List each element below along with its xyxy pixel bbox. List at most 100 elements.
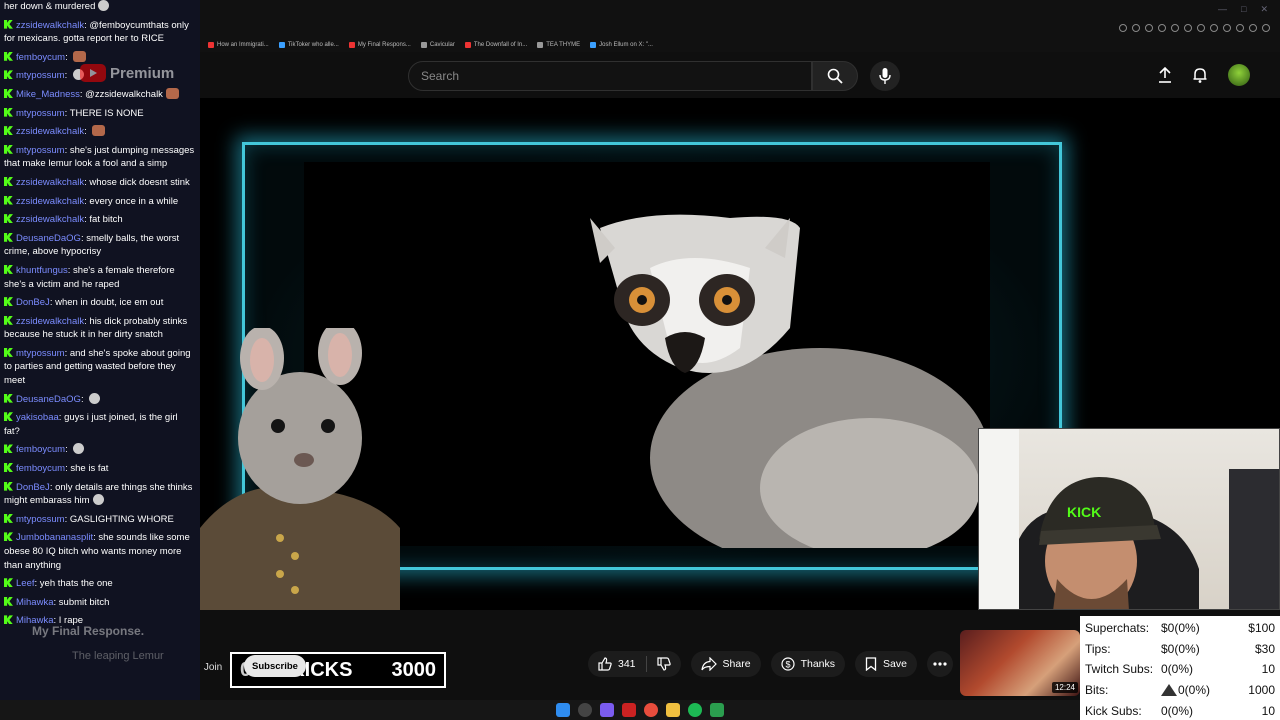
bookmark-item[interactable]: How an Immigrati... bbox=[208, 38, 269, 52]
extension-icon[interactable] bbox=[1262, 24, 1270, 32]
app-icon[interactable] bbox=[710, 703, 724, 717]
chat-text: whose dick doesnt stink bbox=[89, 176, 190, 188]
youtube-logo[interactable]: Premium bbox=[80, 64, 174, 82]
chat-username[interactable]: femboycum bbox=[16, 463, 65, 474]
dislike-button[interactable] bbox=[647, 651, 681, 677]
windows-start-icon[interactable] bbox=[556, 703, 570, 717]
more-actions-button[interactable] bbox=[926, 651, 953, 677]
bookmark-item[interactable]: Cavicular bbox=[420, 38, 455, 52]
chat-message: zzsidewalkchalk: every once in a while bbox=[4, 195, 196, 209]
chat-text: @zzsidewalkchalk bbox=[85, 88, 163, 100]
video-player[interactable]: KICK bbox=[200, 98, 1280, 610]
extension-icon[interactable] bbox=[1171, 24, 1179, 32]
chat-username[interactable]: zzsidewalkchalk bbox=[16, 20, 84, 31]
bell-icon[interactable] bbox=[1192, 67, 1208, 83]
thumbnail-duration: 12:24 bbox=[1051, 682, 1078, 693]
goal-value: $0(0%) bbox=[1161, 621, 1200, 636]
browser-top-bar: — □ ✕ How an Immigrati... TikToker who al… bbox=[200, 0, 1280, 52]
extension-icon[interactable] bbox=[1210, 24, 1218, 32]
bookmark-item[interactable]: Josh Ellum on X: "... bbox=[590, 38, 653, 52]
chat-username[interactable]: zzsidewalkchalk bbox=[16, 196, 84, 207]
chrome-icon[interactable] bbox=[644, 703, 658, 717]
subscribe-button[interactable]: Subscribe bbox=[244, 655, 306, 677]
save-button[interactable]: Save bbox=[855, 651, 917, 677]
chat-message: khuntfungus: she's a female therefore sh… bbox=[4, 264, 175, 290]
chat-username[interactable]: Mihawka bbox=[16, 597, 54, 608]
voice-search-button[interactable] bbox=[870, 61, 900, 91]
kick-badge-icon bbox=[4, 19, 13, 29]
youtube-play-icon bbox=[80, 64, 106, 82]
bookmark-item[interactable]: TEA THYME bbox=[537, 38, 580, 52]
chat-username[interactable]: zzsidewalkchalk bbox=[16, 126, 84, 137]
extension-icon[interactable] bbox=[1249, 24, 1257, 32]
share-icon bbox=[700, 657, 717, 671]
minimize-icon[interactable]: — bbox=[1218, 4, 1227, 15]
bookmark-item[interactable]: My Final Respons... bbox=[348, 38, 411, 52]
kick-badge-icon bbox=[4, 444, 13, 454]
search-button[interactable] bbox=[812, 61, 858, 91]
chat-message: DonBeJ: when in doubt, ice em out bbox=[4, 296, 196, 310]
chat-username[interactable]: DeusaneDaOG bbox=[16, 233, 81, 244]
chat-username[interactable]: mtypossum bbox=[16, 514, 65, 525]
extension-icon[interactable] bbox=[1236, 24, 1244, 32]
kick-badge-icon bbox=[4, 51, 13, 61]
avatar[interactable] bbox=[1228, 64, 1250, 86]
chat-username[interactable]: mtypossum bbox=[16, 108, 65, 119]
emote-icon bbox=[73, 50, 87, 62]
chat-username[interactable]: zzsidewalkchalk bbox=[16, 177, 84, 188]
extension-icon[interactable] bbox=[1184, 24, 1192, 32]
bookmark-item[interactable]: The Downfall of In... bbox=[464, 38, 527, 52]
chat-username[interactable]: zzsidewalkchalk bbox=[16, 316, 84, 327]
chat-message: Mihawka: submit bitch bbox=[4, 596, 196, 610]
bookmarks-bar: How an Immigrati... TikToker who alle... M… bbox=[200, 38, 653, 52]
kick-badge-icon bbox=[4, 412, 13, 422]
kick-counter-goal: 3000 bbox=[391, 658, 436, 681]
maximize-icon[interactable]: □ bbox=[1241, 4, 1246, 15]
chat-username[interactable]: mtypossum bbox=[16, 70, 65, 81]
chat-username[interactable]: Jumbobananasplit bbox=[16, 532, 93, 543]
extension-icon[interactable] bbox=[1145, 24, 1153, 32]
youtube-icon bbox=[348, 42, 355, 48]
chat-username[interactable]: mtypossum bbox=[16, 348, 65, 359]
chat-username[interactable]: Mike_Madness bbox=[16, 89, 80, 100]
chat-username[interactable]: femboycum bbox=[16, 444, 65, 455]
extension-icon[interactable] bbox=[1158, 24, 1166, 32]
chat-username[interactable]: DonBeJ bbox=[16, 482, 50, 493]
save-label: Save bbox=[883, 658, 907, 670]
search-input[interactable] bbox=[409, 62, 811, 90]
chat-message: Leef: yeh thats the one bbox=[4, 577, 196, 591]
extension-icon[interactable] bbox=[1132, 24, 1140, 32]
extension-icon[interactable] bbox=[1223, 24, 1231, 32]
chat-username[interactable]: femboycum bbox=[16, 52, 65, 63]
extension-icon[interactable] bbox=[1197, 24, 1205, 32]
search-box bbox=[408, 61, 812, 91]
obs-icon[interactable] bbox=[622, 703, 636, 717]
search-icon[interactable] bbox=[578, 703, 592, 717]
thanks-button[interactable]: $ Thanks bbox=[770, 651, 845, 677]
chat-username[interactable]: zzsidewalkchalk bbox=[16, 214, 84, 225]
chat-username[interactable]: Leef bbox=[16, 578, 35, 589]
recommended-video-thumbnail[interactable]: 12:24 bbox=[960, 630, 1080, 696]
file-explorer-icon[interactable] bbox=[666, 703, 680, 717]
chat-message: Mike_Madness: @zzsidewalkchalk bbox=[4, 87, 196, 102]
extensions-bar bbox=[1119, 24, 1270, 32]
close-icon[interactable]: ✕ bbox=[1260, 4, 1268, 15]
chat-username[interactable]: yakisobaa bbox=[16, 412, 59, 423]
chat-message: DonBeJ: only details are things she thin… bbox=[4, 481, 193, 507]
channel-name[interactable]: The leaping Lemur bbox=[72, 650, 164, 662]
chat-username[interactable]: DonBeJ bbox=[16, 297, 50, 308]
emote-icon bbox=[165, 87, 179, 99]
like-button[interactable]: 341 bbox=[588, 651, 646, 677]
chat-username[interactable]: DeusaneDaOG bbox=[16, 394, 81, 405]
upload-icon[interactable] bbox=[1158, 67, 1172, 83]
extension-icon[interactable] bbox=[1119, 24, 1127, 32]
discord-icon[interactable] bbox=[600, 703, 614, 717]
chat-username[interactable]: mtypossum bbox=[16, 145, 65, 156]
join-button[interactable]: Join bbox=[200, 656, 226, 678]
chat-username[interactable]: khuntfungus bbox=[16, 265, 68, 276]
chat-message: mtypossum: and she's spoke about going t… bbox=[4, 347, 191, 387]
bookmark-item[interactable]: TikToker who alle... bbox=[278, 38, 339, 52]
share-button[interactable]: Share bbox=[690, 651, 761, 677]
screen: — □ ✕ How an Immigrati... TikToker who al… bbox=[0, 0, 1280, 720]
spotify-icon[interactable] bbox=[688, 703, 702, 717]
